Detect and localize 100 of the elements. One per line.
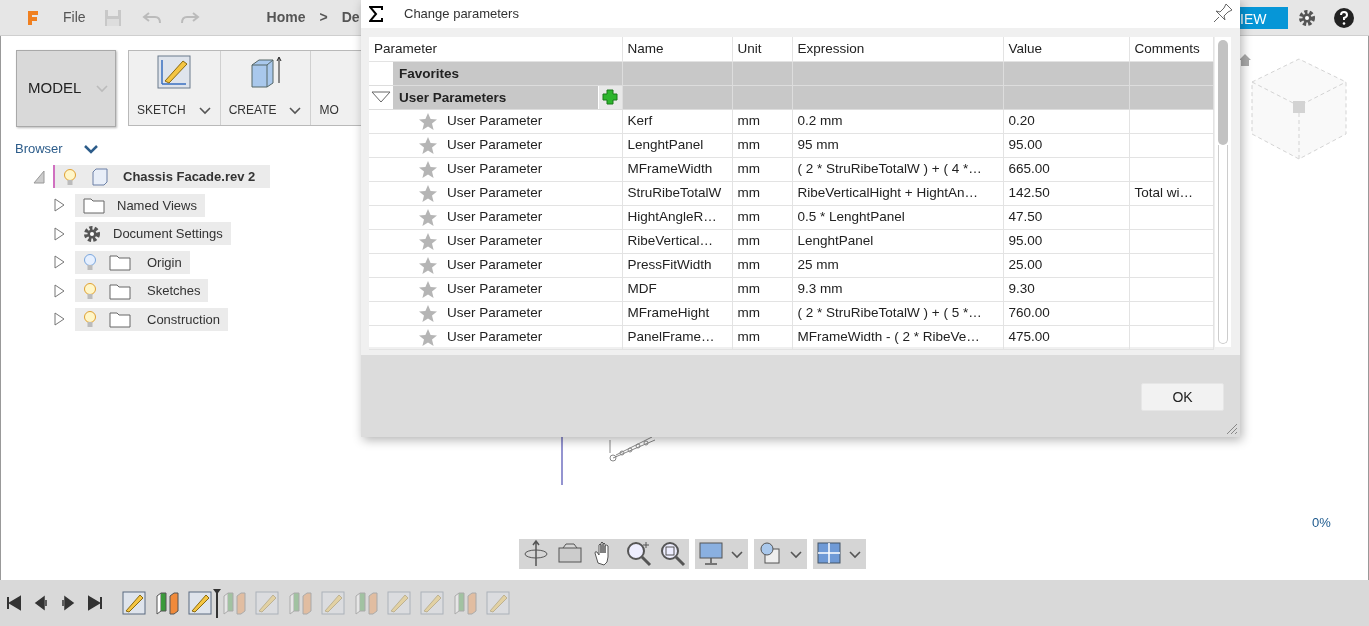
tree-item[interactable]: Document Settings xyxy=(75,222,231,246)
breadcrumb-link[interactable]: De xyxy=(341,7,360,28)
skip-end-icon[interactable] xyxy=(87,595,103,611)
table-cell: MFrameWidth xyxy=(627,160,713,176)
lightbulb-icon[interactable] xyxy=(83,281,97,300)
favorite-star-icon[interactable] xyxy=(418,111,438,131)
parameter-type: User Parameter xyxy=(447,160,543,176)
table-cell: mm xyxy=(737,136,760,152)
table-cell: mm xyxy=(737,184,760,200)
lightbulb-icon[interactable] xyxy=(63,167,77,186)
column-header[interactable]: Value xyxy=(1003,37,1129,61)
column-header[interactable]: Expression xyxy=(792,37,1003,61)
step-forward-icon[interactable] xyxy=(60,595,76,611)
sketch-feature-icon[interactable] xyxy=(188,591,212,615)
collapsed-icon[interactable] xyxy=(53,198,65,213)
tree-item[interactable]: Construction xyxy=(75,307,228,331)
step-back-icon[interactable] xyxy=(33,595,49,611)
zoom-fit-icon[interactable] xyxy=(658,539,686,569)
progress-text: 0% xyxy=(1312,514,1331,532)
pin-icon[interactable] xyxy=(1212,2,1234,24)
tree-root-item[interactable]: Chassis Facade.rev 2 xyxy=(53,165,270,189)
table-cell: 0.2 mm xyxy=(797,112,843,128)
table-cell: PressFitWidth xyxy=(627,256,712,272)
lightbulb-icon[interactable] xyxy=(83,310,97,329)
favorite-star-icon[interactable] xyxy=(418,231,438,251)
collapsed-icon[interactable] xyxy=(53,312,65,327)
tree-item[interactable]: Named Views xyxy=(75,193,205,217)
file-menu[interactable]: File xyxy=(63,7,86,28)
favorite-star-icon[interactable] xyxy=(418,135,438,155)
table-cell: ( 2 * StruRibeTotalW ) + ( 4 *… xyxy=(797,160,982,176)
tree-item[interactable]: Origin xyxy=(75,250,190,274)
toolbar-dropdown[interactable]: SKETCH xyxy=(129,51,221,125)
parameter-type: User Parameter xyxy=(447,232,543,248)
tree-item[interactable]: Sketches xyxy=(75,279,209,303)
table-cell: HightAngleR… xyxy=(627,208,717,224)
favorite-star-icon[interactable] xyxy=(418,327,438,347)
collapsed-icon[interactable] xyxy=(53,255,65,270)
lightbulb-icon[interactable] xyxy=(83,253,97,272)
table-cell: PanelFrame… xyxy=(627,328,715,344)
home-icon[interactable] xyxy=(1238,53,1252,67)
caret-icon[interactable] xyxy=(789,550,803,559)
folder-icon xyxy=(83,196,105,215)
orbit-icon[interactable] xyxy=(522,539,550,569)
collapsed-icon[interactable] xyxy=(53,283,65,298)
caret-icon[interactable] xyxy=(848,550,862,559)
table-cell: ( 2 * StruRibeTotalW ) + ( 5 *… xyxy=(797,304,982,320)
skip-start-icon[interactable] xyxy=(6,595,22,611)
column-header[interactable]: Unit xyxy=(732,37,792,61)
favorite-star-icon[interactable] xyxy=(418,303,438,323)
table-cell: Kerf xyxy=(627,112,653,128)
parameter-type: User Parameter xyxy=(447,208,543,224)
undo-icon[interactable] xyxy=(141,10,162,25)
parameter-type: User Parameter xyxy=(447,256,543,272)
scroll-thumb[interactable] xyxy=(1217,40,1228,145)
favorite-star-icon[interactable] xyxy=(418,207,438,227)
caret-icon[interactable] xyxy=(730,550,744,559)
app-logo-icon[interactable] xyxy=(27,9,39,26)
table-cell: 25.00 xyxy=(1008,256,1043,272)
parameter-type: User Parameter xyxy=(447,280,543,296)
table-cell: 25 mm xyxy=(797,256,839,272)
table-cell: 95 mm xyxy=(797,136,839,152)
caret-icon xyxy=(95,84,110,93)
scrollbar[interactable] xyxy=(1213,37,1231,347)
collapsed-icon[interactable] xyxy=(53,226,65,241)
column-header[interactable]: Parameter xyxy=(369,37,622,61)
caret-icon xyxy=(288,105,303,115)
box-icon xyxy=(248,55,283,89)
sketch-feature-icon[interactable] xyxy=(122,591,146,615)
chevron-icon[interactable] xyxy=(82,143,99,154)
favorite-star-icon[interactable] xyxy=(418,183,438,203)
dialog-title: Change parameters xyxy=(404,5,519,24)
parameter-type: User Parameter xyxy=(447,304,543,320)
add-icon xyxy=(602,89,618,105)
favorite-star-icon[interactable] xyxy=(418,279,438,299)
folder-icon xyxy=(109,310,131,329)
column-header[interactable]: Comments xyxy=(1129,37,1213,61)
table-cell: mm xyxy=(737,208,760,224)
toolbar-group[interactable]: MO xyxy=(311,51,339,125)
expanded-icon[interactable] xyxy=(371,91,391,103)
breadcrumb-link[interactable]: Home xyxy=(266,7,306,28)
favorite-star-icon[interactable] xyxy=(418,255,438,275)
tree-label: Construction xyxy=(147,310,220,329)
table-cell: RibeVerticalHight + HightAn… xyxy=(797,184,978,200)
expanded-icon[interactable] xyxy=(33,169,45,184)
save-icon[interactable] xyxy=(103,8,122,27)
workspace-dropdown[interactable]: MODEL xyxy=(16,50,116,127)
table-cell: 142.50 xyxy=(1008,184,1050,200)
favorite-star-icon[interactable] xyxy=(418,159,438,179)
group-row-label[interactable]: Favorites xyxy=(393,61,621,84)
ok-button[interactable]: OK xyxy=(1141,383,1224,411)
extrude-feature-icon[interactable] xyxy=(155,591,179,615)
help-icon[interactable] xyxy=(1334,8,1354,28)
zoom-icon[interactable] xyxy=(624,539,652,569)
toolbar-dropdown[interactable]: CREATE xyxy=(220,51,312,125)
resize-grip-icon[interactable] xyxy=(1226,423,1238,435)
redo-icon[interactable] xyxy=(179,10,200,25)
column-header[interactable]: Name xyxy=(622,37,732,61)
settings-icon[interactable] xyxy=(1298,9,1316,27)
group-row-label[interactable]: User Parameters xyxy=(393,85,598,108)
table-cell: StruRibeTotalW xyxy=(627,184,722,200)
